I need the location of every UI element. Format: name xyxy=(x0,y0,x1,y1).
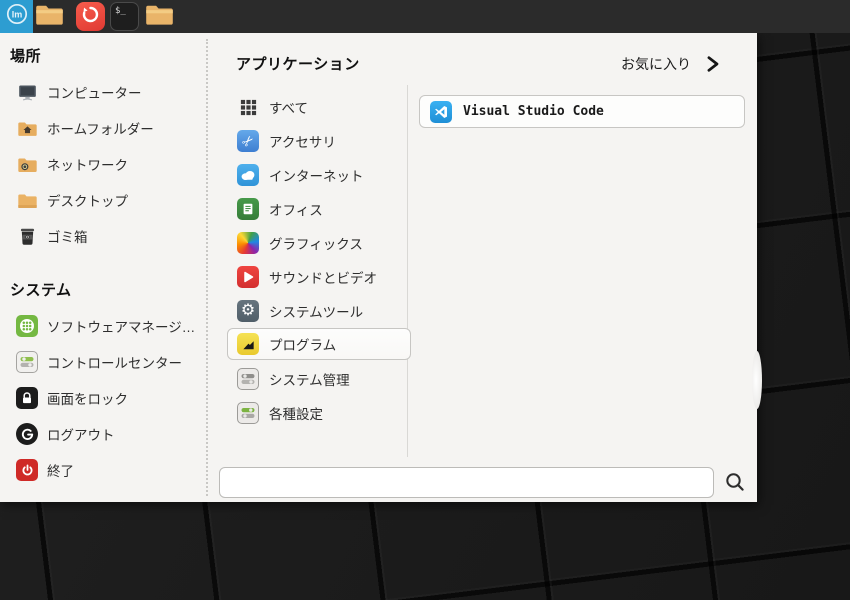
sidebar-item-label: ネットワーク xyxy=(47,158,128,173)
computer-icon xyxy=(16,81,38,103)
category-preferences[interactable]: 各種設定 xyxy=(227,397,411,429)
category-label: システム管理 xyxy=(269,373,350,388)
sidebar-item-label: ソフトウェアマネージ… xyxy=(47,320,196,335)
files-launcher-2[interactable] xyxy=(145,3,174,30)
app-item-visual-studio-code[interactable]: Visual Studio Code xyxy=(419,95,745,128)
sidebar-item-desktop[interactable]: デスクトップ xyxy=(10,187,208,213)
category-label: システムツール xyxy=(269,305,364,320)
favorites-header[interactable]: お気に入り xyxy=(621,54,720,74)
category-system-tools[interactable]: ⚙ システムツール xyxy=(227,295,411,327)
graphics-icon xyxy=(237,232,259,254)
sidebar-item-label: ゴミ箱 xyxy=(47,230,88,245)
folder-icon xyxy=(145,1,174,33)
sidebar-item-software-manager[interactable]: ソフトウェアマネージ… xyxy=(10,313,208,339)
category-graphics[interactable]: グラフィックス xyxy=(227,227,411,259)
sidebar-item-computer[interactable]: コンピューター xyxy=(10,79,208,105)
category-label: グラフィックス xyxy=(269,237,363,252)
search-input[interactable] xyxy=(219,467,714,498)
search-icon[interactable] xyxy=(723,470,747,494)
sidebar-item-trash[interactable]: ゴミ箱 xyxy=(10,223,208,249)
mint-menu-button[interactable]: lm xyxy=(0,0,33,33)
files-launcher[interactable] xyxy=(35,3,64,30)
network-folder-icon xyxy=(16,153,38,175)
sidebar-item-label: 画面をロック xyxy=(47,392,128,407)
sidebar-item-logout[interactable]: ログアウト xyxy=(10,421,208,447)
sidebar-item-label: コントロールセンター xyxy=(47,356,182,371)
category-accessories[interactable]: ✂ アクセサリ xyxy=(227,125,411,157)
mint-logo-icon: lm xyxy=(5,2,29,31)
category-administration[interactable]: システム管理 xyxy=(227,363,411,395)
category-label: 各種設定 xyxy=(269,407,323,422)
desktop-folder-icon xyxy=(16,189,38,211)
sidebar-item-label: コンピューター xyxy=(47,86,142,101)
vscode-icon xyxy=(430,100,452,123)
sidebar-item-label: ホームフォルダー xyxy=(47,122,154,137)
mint-menu-panel: 場所 コンピューター ホームフォルダー ネットワーク デスクトップ ゴミ箱 シス… xyxy=(0,33,762,502)
accessories-icon: ✂ xyxy=(237,130,259,152)
terminal-launcher[interactable]: $_ xyxy=(110,2,139,31)
folder-icon xyxy=(35,1,64,33)
sidebar-item-label: デスクトップ xyxy=(47,194,128,209)
sidebar-item-network[interactable]: ネットワーク xyxy=(10,151,208,177)
category-label: インターネット xyxy=(269,169,364,184)
category-label: オフィス xyxy=(269,203,323,218)
chevron-right-icon xyxy=(705,55,720,73)
home-folder-icon xyxy=(16,117,38,139)
sidebar-item-lock-screen[interactable]: 画面をロック xyxy=(10,385,208,411)
taskbar: lm $_ xyxy=(0,0,850,33)
control-center-icon xyxy=(16,351,38,373)
firefox-launcher[interactable] xyxy=(76,2,105,31)
administration-icon xyxy=(237,368,259,390)
sidebar-item-control-center[interactable]: コントロールセンター xyxy=(10,349,208,375)
system-tools-icon: ⚙ xyxy=(237,300,259,322)
system-header: システム xyxy=(10,282,72,299)
categories-column: すべて ✂ アクセサリ インターネット オフィス グラフィックス サウンドとビデ… xyxy=(207,33,411,502)
sidebar-item-home-folder[interactable]: ホームフォルダー xyxy=(10,115,208,141)
sidebar-item-shutdown[interactable]: 終了 xyxy=(10,457,208,483)
programs-icon xyxy=(237,333,259,355)
sound-video-icon xyxy=(237,266,259,288)
terminal-icon: $_ xyxy=(115,6,126,16)
category-label: すべて xyxy=(269,101,309,116)
app-item-label: Visual Studio Code xyxy=(463,104,604,119)
internet-icon xyxy=(237,164,259,186)
category-label: アクセサリ xyxy=(269,135,336,150)
all-apps-icon xyxy=(237,96,259,118)
svg-text:lm: lm xyxy=(11,9,22,19)
software-manager-icon xyxy=(16,315,38,337)
logout-icon xyxy=(16,423,38,445)
sidebar-item-label: 終了 xyxy=(47,464,74,479)
lock-icon xyxy=(16,387,38,409)
shutdown-icon xyxy=(16,459,38,481)
category-label: サウンドとビデオ xyxy=(269,271,377,286)
category-label: プログラム xyxy=(269,338,337,353)
firefox-icon xyxy=(80,4,101,30)
category-sound-video[interactable]: サウンドとビデオ xyxy=(227,261,411,293)
sidebar-item-label: ログアウト xyxy=(47,428,115,443)
office-icon xyxy=(237,198,259,220)
category-internet[interactable]: インターネット xyxy=(227,159,411,191)
preferences-icon xyxy=(237,402,259,424)
favorites-label: お気に入り xyxy=(621,56,691,72)
category-programs[interactable]: プログラム xyxy=(227,328,411,360)
category-all[interactable]: すべて xyxy=(227,91,411,123)
places-header: 場所 xyxy=(10,48,42,65)
trash-icon xyxy=(16,225,38,247)
category-office[interactable]: オフィス xyxy=(227,193,411,225)
panel-edge-handle xyxy=(752,351,762,409)
